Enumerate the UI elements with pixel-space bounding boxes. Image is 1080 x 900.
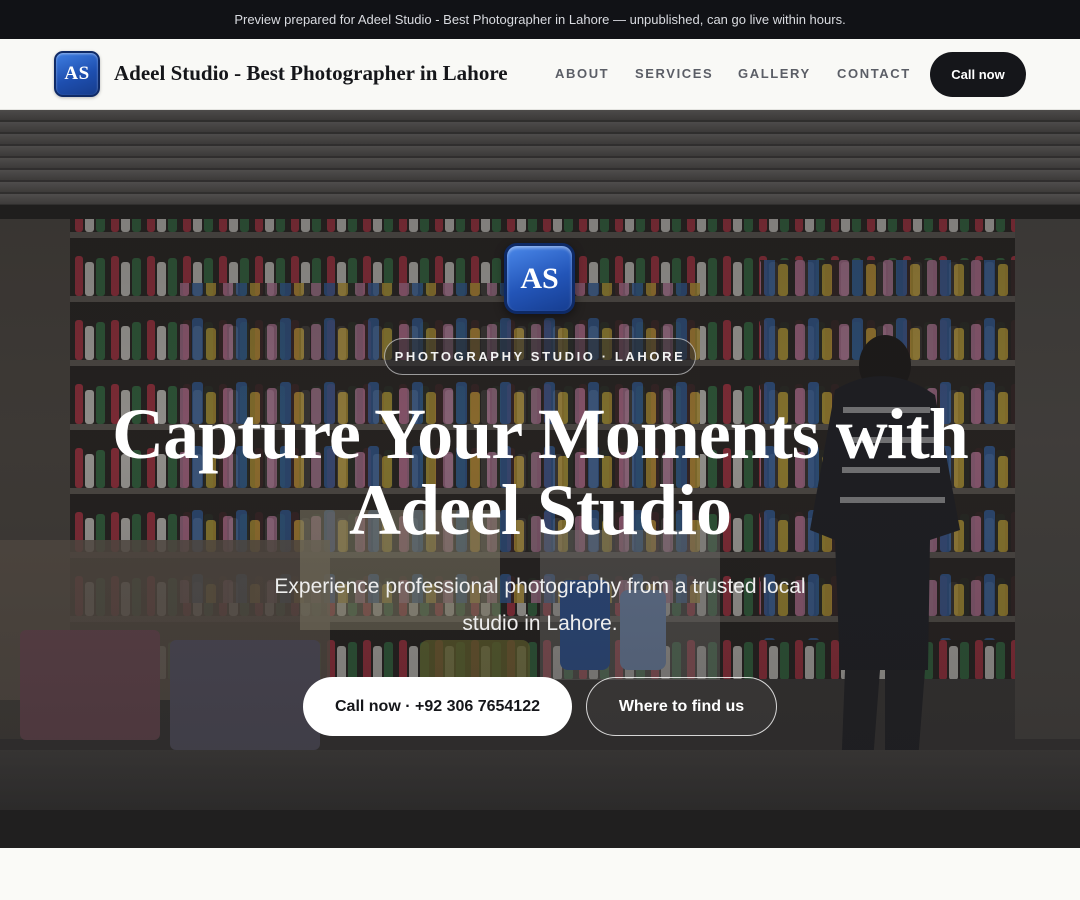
brand-logo[interactable]: AS	[54, 51, 100, 97]
hero-title: Capture Your Moments with Adeel Studio	[90, 396, 990, 548]
hero-subtitle: Experience professional photography from…	[240, 568, 840, 642]
nav-about[interactable]: ABOUT	[555, 66, 609, 81]
preview-banner-text: Preview prepared for Adeel Studio - Best…	[234, 12, 846, 27]
site-header: AS Adeel Studio - Best Photographer in L…	[0, 39, 1080, 110]
hero-call-button[interactable]: Call now · +92 306 7654122	[303, 677, 572, 736]
hero-title-line-1: Capture Your Moments with	[112, 394, 969, 474]
preview-banner: Preview prepared for Adeel Studio - Best…	[0, 0, 1080, 39]
nav-services[interactable]: SERVICES	[635, 66, 713, 81]
hero-logo: AS	[504, 243, 575, 314]
hero-location-button[interactable]: Where to find us	[586, 677, 777, 736]
next-section	[0, 848, 1080, 900]
hero-tagline: PHOTOGRAPHY STUDIO · LAHORE	[384, 338, 696, 375]
hero-subtitle-line-2: studio in Lahore.	[462, 612, 618, 635]
nav-gallery[interactable]: GALLERY	[738, 66, 811, 81]
nav-contact[interactable]: CONTACT	[837, 66, 911, 81]
header-call-button[interactable]: Call now	[930, 52, 1026, 97]
brand-name[interactable]: Adeel Studio - Best Photographer in Laho…	[114, 61, 508, 86]
hero-section: AS PHOTOGRAPHY STUDIO · LAHORE Capture Y…	[0, 110, 1080, 848]
hero-subtitle-line-1: Experience professional photography from…	[274, 575, 806, 598]
hero-title-line-2: Adeel Studio	[348, 470, 732, 550]
